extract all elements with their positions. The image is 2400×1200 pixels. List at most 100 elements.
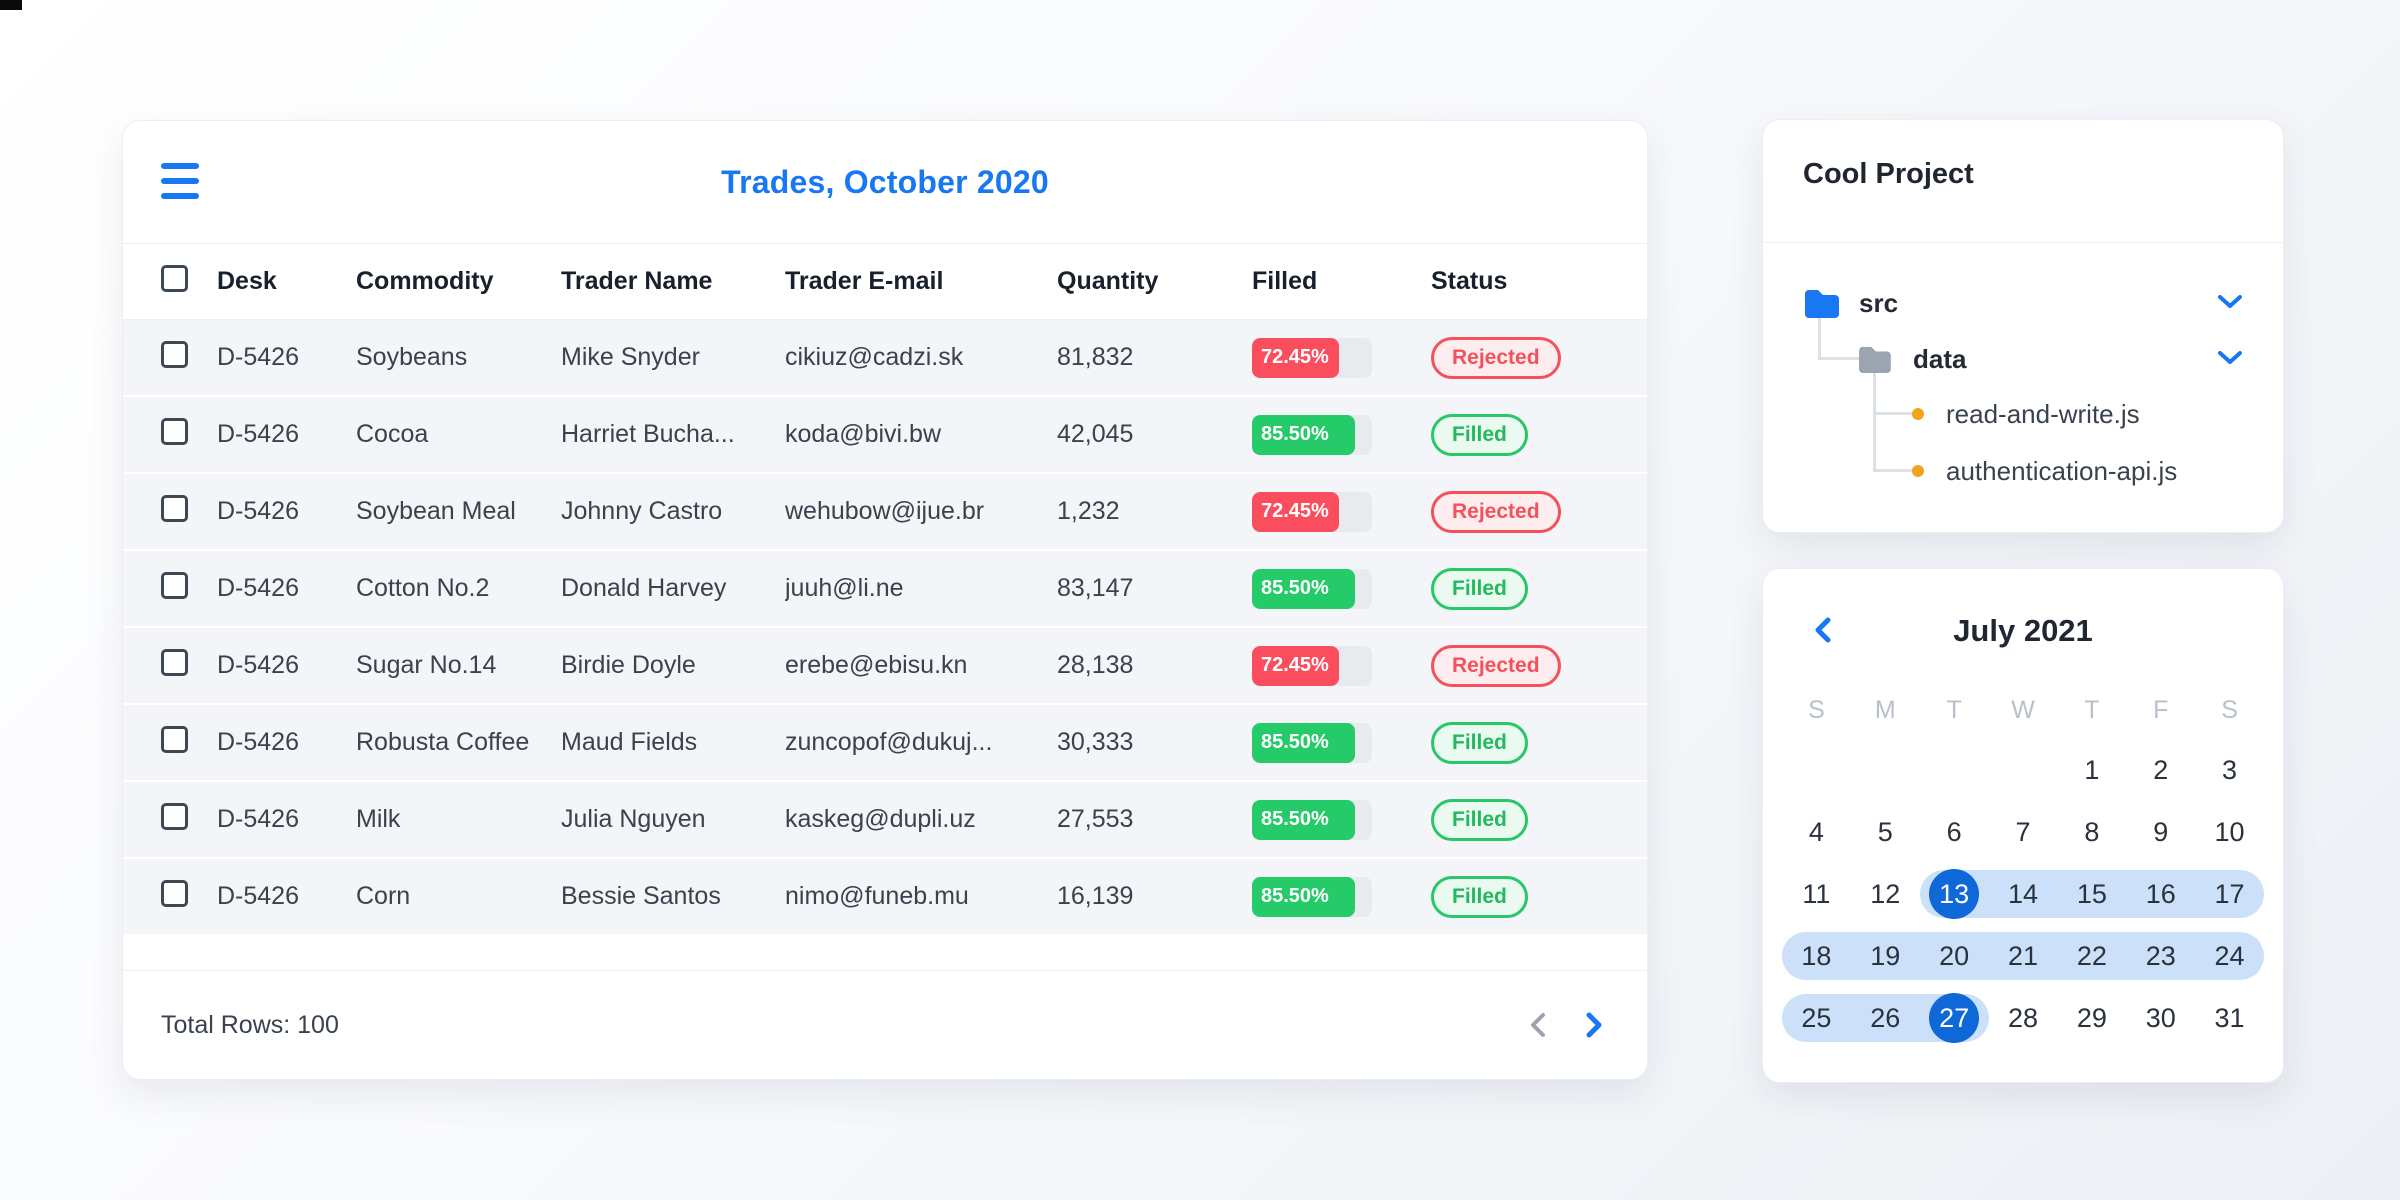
cell-desk: D-5426 [217,343,299,371]
calendar-empty-cell [1851,739,1920,801]
calendar-day-9[interactable]: 9 [2126,801,2195,863]
status-badge: Rejected [1431,336,1561,379]
table-footer: Total Rows: 100 [123,970,1647,1079]
status-badge: Filled [1431,721,1528,764]
day-number: 4 [1808,816,1824,847]
calendar-day-31[interactable]: 31 [2195,987,2264,1049]
row-checkbox-cell [161,571,217,606]
calendar-day-6[interactable]: 6 [1920,801,1989,863]
calendar-day-21[interactable]: 21 [1988,925,2058,987]
folder-icon [1859,346,1891,373]
page-background: Trades, October 2020 Desk Commodity Trad… [0,0,2400,1200]
row-checkbox[interactable] [161,494,188,522]
calendar-day-5[interactable]: 5 [1851,801,1920,863]
chevron-down-icon[interactable] [2217,347,2243,371]
row-checkbox-cell [161,494,217,529]
row-checkbox[interactable] [161,802,188,830]
select-all-checkbox[interactable] [161,264,188,292]
calendar-day-19[interactable]: 19 [1850,925,1920,987]
cell-trader-name: Julia Nguyen [561,805,706,833]
tree-item-file[interactable]: read-and-write.js [1763,392,2283,436]
cell-quantity: 30,333 [1057,728,1134,756]
project-title: Cool Project [1803,158,1974,190]
status-badge: Filled [1431,798,1528,841]
calendar-day-16[interactable]: 16 [2126,863,2196,925]
day-number: 11 [1802,878,1831,909]
row-checkbox[interactable] [161,571,188,599]
tree-item-file[interactable]: authentication-api.js [1763,449,2283,493]
cell-commodity: Soybean Meal [356,497,516,525]
day-number: 29 [2076,1002,2107,1033]
cell-filled: 85.50% [1252,414,1431,455]
cell-trader-name: Harriet Bucha... [561,420,735,448]
calendar-day-18[interactable]: 18 [1782,925,1851,987]
filled-progress-value: 85.50% [1252,799,1355,840]
calendar-day-26[interactable]: 26 [1850,987,1920,1049]
calendar-day-10[interactable]: 10 [2195,801,2264,863]
calendar-day-12[interactable]: 12 [1851,863,1920,925]
row-checkbox[interactable] [161,725,188,753]
calendar-day-29[interactable]: 29 [2057,987,2126,1049]
calendar-day-25[interactable]: 25 [1782,987,1851,1049]
total-rows-label: Total Rows: 100 [161,1010,339,1039]
cell-commodity: Cocoa [356,420,429,448]
cell-filled: 85.50% [1252,799,1431,840]
cell-trader-name: Donald Harvey [561,574,727,602]
cell-trader-name: Johnny Castro [561,497,723,525]
cell-status: Rejected [1431,490,1647,533]
status-badge: Filled [1431,413,1528,456]
next-page-icon[interactable] [1581,1009,1607,1041]
calendar-day-11[interactable]: 11 [1782,863,1851,925]
row-checkbox[interactable] [161,648,188,676]
weekday-label: F [2153,695,2169,724]
cell-commodity: Robusta Coffee [356,728,530,756]
calendar-day-27[interactable]: 27 [1919,987,1989,1049]
calendar-day-14[interactable]: 14 [1988,863,2058,925]
trades-title: Trades, October 2020 [721,163,1049,200]
row-checkbox[interactable] [161,340,188,368]
calendar-day-24[interactable]: 24 [2195,925,2264,987]
calendar-day-15[interactable]: 15 [2057,863,2127,925]
prev-page-icon[interactable] [1525,1009,1551,1041]
calendar-day-28[interactable]: 28 [1989,987,2058,1049]
select-all-cell [161,264,217,299]
weekday-label: M [1874,695,1896,724]
day-number: 26 [1870,1002,1901,1033]
calendar-day-23[interactable]: 23 [2126,925,2196,987]
calendar-day-22[interactable]: 22 [2057,925,2127,987]
cell-desk: D-5426 [217,805,299,833]
day-number: 12 [1870,878,1901,909]
calendar-title: July 2021 [1953,613,2093,648]
calendar-day-7[interactable]: 7 [1989,801,2058,863]
calendar-day-3[interactable]: 3 [2195,739,2264,801]
calendar-card: July 2021 SMTWTFS 1 2 3 4 5 6 7 8 9 10 11 12 13 14 15 1… [1762,568,2284,1083]
tree-item-src[interactable]: src [1763,281,2283,325]
cell-commodity: Soybeans [356,343,468,371]
calendar-day-13[interactable]: 13 [1919,863,1989,925]
table-row: D-5426 Robusta Coffee Maud Fields zuncopof@… [123,705,1647,780]
cell-quantity: 16,139 [1057,882,1134,910]
calendar-day-2[interactable]: 2 [2126,739,2195,801]
column-header-quantity: Quantity [1057,267,1159,295]
calendar-week-row: 18 19 20 21 22 23 24 [1782,925,2264,987]
calendar-day-30[interactable]: 30 [2126,987,2195,1049]
row-checkbox[interactable] [161,879,188,907]
table-row: D-5426 Milk Julia Nguyen kaskeg@dupli.uz 27,… [123,782,1647,857]
calendar-day-4[interactable]: 4 [1782,801,1851,863]
day-number: 15 [2076,878,2107,909]
cell-trader-email: nimo@funeb.mu [785,882,969,910]
day-number: 6 [1946,816,1962,847]
filled-progress-bar: 85.50% [1252,876,1372,917]
day-number: 16 [2145,878,2176,909]
row-checkbox[interactable] [161,417,188,445]
calendar-day-17[interactable]: 17 [2195,863,2264,925]
calendar-day-20[interactable]: 20 [1919,925,1989,987]
calendar-empty-cell [1989,739,2058,801]
calendar-day-1[interactable]: 1 [2057,739,2126,801]
tree-item-data[interactable]: data [1763,337,2283,381]
chevron-down-icon[interactable] [2217,291,2243,315]
day-number: 5 [1877,816,1893,847]
cell-trader-email: koda@bivi.bw [785,420,942,448]
cell-trader-email: zuncopof@dukuj... [785,728,993,756]
calendar-day-8[interactable]: 8 [2057,801,2126,863]
